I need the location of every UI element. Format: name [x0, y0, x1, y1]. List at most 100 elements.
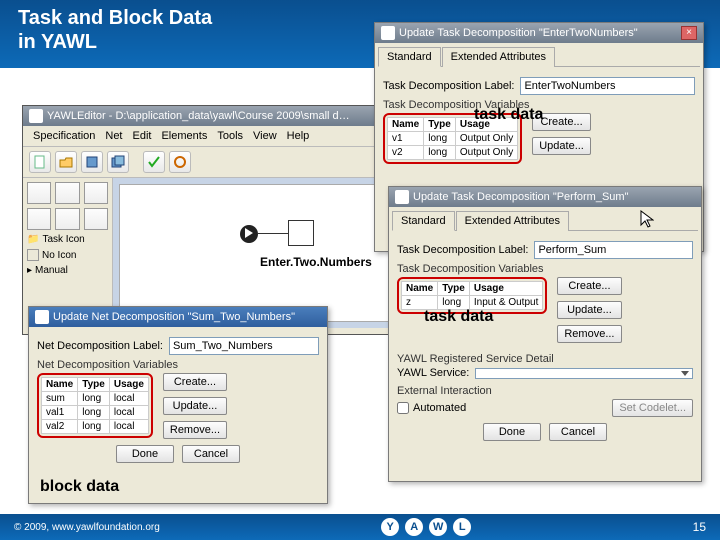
palette-swatch[interactable]	[27, 208, 51, 230]
yawl-service-combo[interactable]	[475, 368, 693, 379]
palette-manual-label: Manual	[35, 265, 68, 276]
dialog-icon	[395, 190, 409, 204]
palette-swatch[interactable]	[55, 208, 79, 230]
update-button[interactable]: Update...	[532, 137, 591, 155]
vars-group-label: Net Decomposition Variables	[37, 359, 319, 371]
table-row[interactable]: val2longlocal	[42, 420, 149, 434]
yawl-logo: Y A W L	[381, 518, 471, 536]
palette-task-icon-folder[interactable]: 📁 Task Icon	[27, 234, 108, 245]
menu-specification[interactable]: Specification	[29, 129, 99, 143]
start-node-icon[interactable]	[240, 225, 258, 243]
col-name: Name	[42, 378, 78, 392]
palette-swatch[interactable]	[27, 182, 51, 204]
tab-standard[interactable]: Standard	[378, 47, 441, 67]
decomp-label: Net Decomposition Label:	[37, 340, 163, 352]
edge	[258, 233, 288, 234]
footer-copyright: © 2009, www.yawlfoundation.org	[14, 522, 160, 533]
slide-title: Task and Block Data in YAWL	[18, 6, 212, 54]
col-name: Name	[402, 282, 438, 296]
menu-elements[interactable]: Elements	[157, 129, 211, 143]
tb-open-icon[interactable]	[55, 151, 77, 173]
tb-validate-icon[interactable]	[143, 151, 165, 173]
set-codelet-button[interactable]: Set Codelet...	[612, 399, 693, 417]
tb-analyze-icon[interactable]	[169, 151, 191, 173]
dialog-net-decomposition: Update Net Decomposition "Sum_Two_Number…	[28, 306, 328, 504]
chevron-down-icon	[681, 371, 689, 376]
tb-save-icon[interactable]	[81, 151, 103, 173]
cancel-button[interactable]: Cancel	[549, 423, 607, 441]
dialog-icon	[381, 26, 395, 40]
automated-checkbox[interactable]: Automated	[397, 402, 466, 414]
close-icon[interactable]: ×	[681, 26, 697, 40]
col-type: Type	[78, 378, 110, 392]
decomp-label-input[interactable]: Perform_Sum	[534, 241, 693, 259]
table-row[interactable]: val1longlocal	[42, 406, 149, 420]
done-button[interactable]: Done	[483, 423, 541, 441]
done-button[interactable]: Done	[116, 445, 174, 463]
var-table[interactable]: NameTypeUsage sumlonglocal val1longlocal…	[41, 377, 149, 434]
var-table-highlight: NameTypeUsage sumlonglocal val1longlocal…	[37, 373, 153, 438]
palette-no-icon[interactable]: No Icon	[27, 249, 108, 261]
editor-app-icon	[29, 109, 43, 123]
menu-net[interactable]: Net	[101, 129, 126, 143]
tab-extended-attributes[interactable]: Extended Attributes	[442, 47, 555, 67]
footer-bar: © 2009, www.yawlfoundation.org Y A W L 1…	[0, 514, 720, 540]
decomp-label-input[interactable]: Sum_Two_Numbers	[169, 337, 319, 355]
decomp-label-input[interactable]: EnterTwoNumbers	[520, 77, 695, 95]
palette-swatch[interactable]	[55, 182, 79, 204]
dialog-enter-title: Update Task Decomposition "EnterTwoNumbe…	[399, 27, 638, 39]
vars-group-label: Task Decomposition Variables	[397, 263, 693, 275]
remove-button[interactable]: Remove...	[557, 325, 621, 343]
update-button[interactable]: Update...	[557, 301, 621, 319]
create-button[interactable]: Create...	[557, 277, 621, 295]
tab-extended-attributes[interactable]: Extended Attributes	[456, 211, 569, 231]
task-node-label: Enter.Two.Numbers	[260, 255, 372, 269]
menu-edit[interactable]: Edit	[129, 129, 156, 143]
menu-view[interactable]: View	[249, 129, 281, 143]
yawl-logo-w-icon: W	[429, 518, 447, 536]
editor-title-text: YAWLEditor - D:\application_data\yawl\Co…	[47, 110, 350, 122]
cursor-icon	[640, 210, 654, 228]
remove-button[interactable]: Remove...	[163, 421, 227, 439]
cancel-button[interactable]: Cancel	[182, 445, 240, 463]
decomp-label: Task Decomposition Label:	[397, 244, 528, 256]
col-usage: Usage	[469, 282, 543, 296]
tab-standard[interactable]: Standard	[392, 211, 455, 231]
external-interaction-label: External Interaction	[397, 385, 693, 397]
table-row[interactable]: v1longOutput Only	[388, 132, 518, 146]
dialog-net-titlebar[interactable]: Update Net Decomposition "Sum_Two_Number…	[29, 307, 327, 327]
task-node[interactable]	[288, 220, 314, 246]
menu-tools[interactable]: Tools	[213, 129, 247, 143]
palette-manual[interactable]: ▸ Manual	[27, 265, 108, 276]
dialog-perform-title: Update Task Decomposition "Perform_Sum"	[413, 191, 628, 203]
tb-new-icon[interactable]	[29, 151, 51, 173]
palette-swatch[interactable]	[84, 182, 108, 204]
menu-help[interactable]: Help	[283, 129, 314, 143]
col-name: Name	[388, 118, 424, 132]
dialog-perform-titlebar[interactable]: Update Task Decomposition "Perform_Sum"	[389, 187, 701, 207]
create-button[interactable]: Create...	[163, 373, 227, 391]
yawl-logo-a-icon: A	[405, 518, 423, 536]
palette-task-icon-label: Task Icon	[42, 234, 84, 245]
dialog-icon	[35, 310, 49, 324]
update-button[interactable]: Update...	[163, 397, 227, 415]
service-group-label: YAWL Registered Service Detail	[397, 353, 693, 365]
dialog-enter-titlebar[interactable]: Update Task Decomposition "EnterTwoNumbe…	[375, 23, 703, 43]
table-row[interactable]: sumlonglocal	[42, 392, 149, 406]
table-row[interactable]: v2longOutput Only	[388, 146, 518, 160]
palette-swatch[interactable]	[84, 208, 108, 230]
decomp-label: Task Decomposition Label:	[383, 80, 514, 92]
tb-saveall-icon[interactable]	[107, 151, 129, 173]
col-usage: Usage	[109, 378, 148, 392]
annotation-block-data: block data	[40, 478, 119, 496]
yawl-logo-y-icon: Y	[381, 518, 399, 536]
dialog-perform-sum: Update Task Decomposition "Perform_Sum" …	[388, 186, 702, 482]
yawl-service-label: YAWL Service:	[397, 367, 469, 379]
slide-title-line1: Task and Block Data	[18, 7, 212, 29]
yawl-logo-l-icon: L	[453, 518, 471, 536]
automated-checkbox-label: Automated	[413, 402, 466, 414]
slide-number: 15	[693, 520, 706, 534]
slide-title-line2: in YAWL	[18, 31, 97, 53]
var-table[interactable]: NameTypeUsage zlongInput & Output	[401, 281, 543, 310]
stage: YAWLEditor - D:\application_data\yawl\Co…	[0, 0, 720, 540]
